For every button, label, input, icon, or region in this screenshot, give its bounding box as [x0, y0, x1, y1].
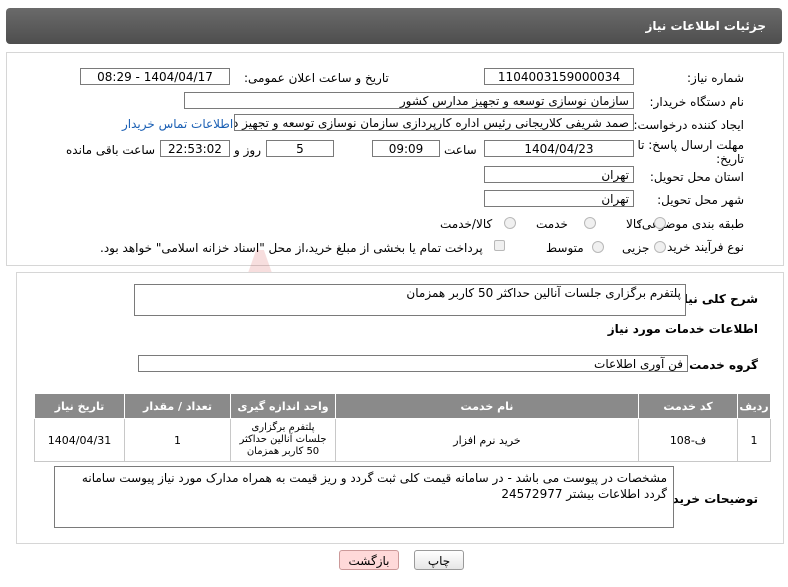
service-group-field[interactable]: فن آوری اطلاعات	[138, 355, 688, 372]
cell-name: خرید نرم افزار	[335, 418, 639, 462]
col-code: کد خدمت	[638, 393, 738, 419]
col-date: تاریخ نیاز	[34, 393, 125, 419]
services-section-title: اطلاعات خدمات مورد نیاز	[607, 322, 758, 336]
category-radio-goods[interactable]	[654, 217, 666, 229]
col-unit: واحد اندازه گیری	[230, 393, 336, 419]
days-field[interactable]: 5	[266, 140, 334, 157]
col-qty: تعداد / مقدار	[124, 393, 231, 419]
category-radio-both[interactable]	[504, 217, 516, 229]
table-row: 1 ف-108 خرید نرم افزار پلتفرم برگزاری جل…	[34, 418, 771, 462]
province-field[interactable]: تهران	[484, 166, 634, 183]
back-button[interactable]: بازگشت	[339, 550, 399, 570]
need-number-label: شماره نیاز:	[687, 71, 744, 85]
deadline-label-date: تاریخ:	[716, 152, 744, 166]
days-label: روز و	[234, 143, 261, 157]
contact-buyer-link[interactable]: اطلاعات تماس خریدار	[122, 117, 233, 131]
col-name: نام خدمت	[335, 393, 639, 419]
page-title: جزئیات اطلاعات نیاز	[645, 19, 766, 33]
category-radio-service[interactable]	[584, 217, 596, 229]
buyer-label: نام دستگاه خریدار:	[649, 95, 745, 109]
city-field[interactable]: تهران	[484, 190, 634, 207]
service-group-label: گروه خدمت:	[684, 358, 758, 372]
cell-code: ف-108	[638, 418, 738, 462]
process-radio-minor[interactable]	[654, 241, 666, 253]
cell-qty: 1	[124, 418, 231, 462]
treasury-checkbox[interactable]	[494, 240, 505, 251]
process-option-medium: متوسط	[546, 241, 584, 255]
cell-row: 1	[737, 418, 771, 462]
announce-field[interactable]: 1404/04/17 - 08:29	[80, 68, 230, 85]
deadline-date-field[interactable]: 1404/04/23	[484, 140, 634, 157]
city-label: شهر محل تحویل:	[657, 193, 744, 207]
creator-label: ایجاد کننده درخواست:	[633, 118, 744, 132]
deadline-time-field[interactable]: 09:09	[372, 140, 440, 157]
remaining-label: ساعت باقی مانده	[66, 143, 156, 157]
services-table: ردیف کد خدمت نام خدمت واحد اندازه گیری ت…	[34, 393, 771, 462]
category-option-both: کالا/خدمت	[440, 217, 493, 231]
payment-note: پرداخت تمام یا بخشی از مبلغ خرید،از محل …	[100, 241, 483, 255]
process-radio-medium[interactable]	[592, 241, 604, 253]
category-option-service: خدمت	[536, 217, 568, 231]
remaining-time-field[interactable]: 22:53:02	[160, 140, 230, 157]
col-row: ردیف	[737, 393, 771, 419]
need-number-field[interactable]: 1104003159000034	[484, 68, 634, 85]
deadline-label: مهلت ارسال پاسخ: تا	[637, 138, 744, 152]
buyer-notes-textarea[interactable]: مشخصات در پیوست می باشد - در سامانه قیمت…	[54, 466, 674, 528]
province-label: استان محل تحویل:	[649, 170, 744, 184]
cell-unit: پلتفرم برگزاری جلسات آنالین حداکثر 50 کا…	[230, 418, 336, 462]
page-header: جزئیات اطلاعات نیاز	[6, 8, 782, 44]
process-option-minor: جزیی	[622, 241, 650, 255]
cell-date: 1404/04/31	[34, 418, 125, 462]
process-label: نوع فرآیند خرید :	[659, 240, 744, 254]
category-option-goods: کالا	[626, 217, 643, 231]
print-button[interactable]: چاپ	[414, 550, 464, 570]
time-label: ساعت	[444, 143, 477, 157]
summary-textarea[interactable]: پلتفرم برگزاری جلسات آنالین حداکثر 50 کا…	[134, 284, 686, 316]
creator-field[interactable]: صمد شریفی کلاریجانی رئیس اداره کارپردازی…	[234, 114, 634, 131]
announce-label: تاریخ و ساعت اعلان عمومی:	[244, 71, 389, 85]
buyer-field[interactable]: سازمان نوسازی توسعه و تجهیز مدارس کشور	[184, 92, 634, 109]
